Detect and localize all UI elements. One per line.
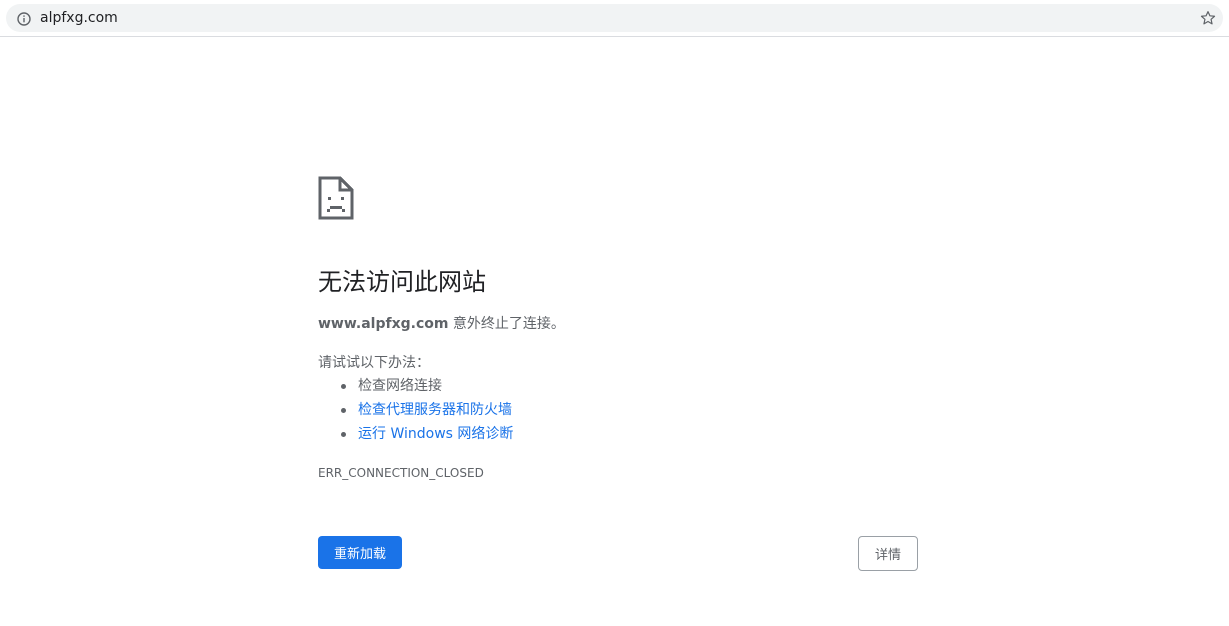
summary-text: 意外终止了连接。	[448, 316, 565, 332]
reload-button[interactable]: 重新加载	[318, 536, 402, 569]
suggestion-check-proxy-link[interactable]: 检查代理服务器和防火墙	[358, 402, 512, 418]
suggestions-heading: 请试试以下办法：	[318, 355, 430, 371]
suggestion-check-connection: 检查网络连接	[358, 378, 442, 394]
list-item: 检查网络连接	[318, 377, 513, 401]
page-title: 无法访问此网站	[318, 268, 486, 296]
list-item: 检查代理服务器和防火墙	[318, 401, 513, 425]
suggestion-run-diagnostics-link[interactable]: 运行 Windows 网络诊断	[358, 426, 513, 442]
suggestions-list: 检查网络连接 检查代理服务器和防火墙 运行 Windows 网络诊断	[318, 377, 513, 449]
details-button[interactable]: 详情	[858, 536, 918, 571]
star-outline-icon[interactable]	[1199, 9, 1217, 27]
summary-host: www.alpfxg.com	[318, 316, 449, 332]
info-icon[interactable]	[17, 11, 31, 26]
browser-toolbar: alpfxg.com	[0, 0, 1229, 37]
sad-document-icon	[318, 176, 354, 220]
error-code: ERR_CONNECTION_CLOSED	[318, 466, 484, 480]
list-item: 运行 Windows 网络诊断	[318, 425, 513, 449]
address-bar[interactable]: alpfxg.com	[6, 4, 1223, 32]
address-bar-url[interactable]: alpfxg.com	[40, 10, 118, 26]
error-summary: www.alpfxg.com 意外终止了连接。	[318, 315, 565, 333]
